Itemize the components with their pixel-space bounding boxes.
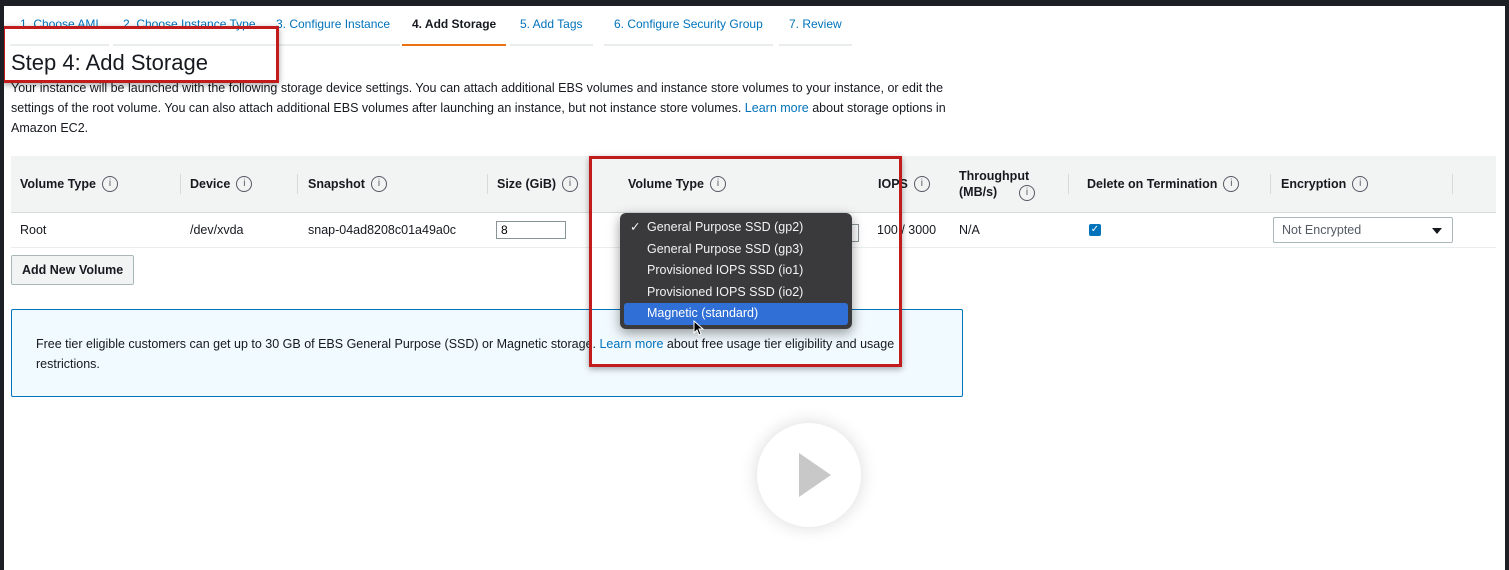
header-label: Snapshot [308,177,365,191]
ec2-launch-wizard: 1. Choose AMI 2. Choose Instance Type 3.… [4,6,1505,570]
header-snapshot: Snapshot i [308,156,488,212]
annotation-box-title [4,26,279,83]
tab-configure-instance[interactable]: 3. Configure Instance [266,14,401,46]
column-divider [1068,174,1069,194]
add-new-volume-button[interactable]: Add New Volume [11,255,135,285]
tab-configure-security-group[interactable]: 6. Configure Security Group [604,14,773,46]
tab-review[interactable]: 7. Review [779,14,852,46]
info-icon[interactable]: i [370,176,387,192]
header-device: Device i [190,156,298,212]
info-icon[interactable]: i [1019,185,1035,201]
info-icon[interactable]: i [1352,176,1369,192]
caret-down-icon [1432,228,1442,234]
mouse-cursor-icon [693,320,705,336]
size-input[interactable] [496,221,566,239]
tab-add-tags[interactable]: 5. Add Tags [510,14,593,46]
column-divider [1452,174,1453,194]
play-button[interactable] [757,423,861,527]
header-encryption: Encryption i [1281,156,1453,212]
cell-volume-type: Root [20,223,47,237]
header-label: Delete on Termination [1087,177,1218,191]
cell-size [496,213,566,247]
header-label: Size (GiB) [497,177,557,191]
header-throughput: Throughput (MB/s) i [959,156,1069,212]
column-divider [487,174,488,194]
info-icon[interactable]: i [101,176,118,192]
delete-on-termination-checkbox[interactable]: ✓ [1089,224,1101,236]
header-label: Encryption [1281,177,1347,191]
header-label: Device [190,177,231,191]
cell-throughput: N/A [959,223,980,237]
header-label: Volume Type [20,177,96,191]
info-icon[interactable]: i [562,176,579,192]
play-icon [799,453,831,497]
info-icon[interactable]: i [236,176,253,192]
window-right-border [1505,0,1509,570]
learn-more-storage-link[interactable]: Learn more [745,101,809,115]
info-icon[interactable]: i [913,176,930,192]
tab-add-storage[interactable]: 4. Add Storage [402,14,507,46]
header-volume-type: Volume Type i [20,156,181,212]
free-tier-text-start: Free tier eligible customers can get up … [36,337,596,351]
annotation-box-volume-type [589,156,902,367]
header-delete-on-termination: Delete on Termination i [1087,156,1271,212]
cell-encryption: Not Encrypted [1273,213,1453,247]
window-left-border [0,0,4,570]
encryption-select[interactable]: Not Encrypted [1273,217,1453,243]
page-description: Your instance will be launched with the … [11,78,971,138]
column-divider [297,174,298,194]
info-icon[interactable]: i [1223,176,1240,192]
cell-delete-on-termination: ✓ [1089,213,1101,247]
header-size: Size (GiB) i [497,156,601,212]
column-divider [180,174,181,194]
cell-device: /dev/xvda [190,223,244,237]
column-divider [1270,174,1271,194]
encryption-value: Not Encrypted [1282,223,1362,237]
cell-snapshot: snap-04ad8208c01a49a0c [308,223,457,237]
